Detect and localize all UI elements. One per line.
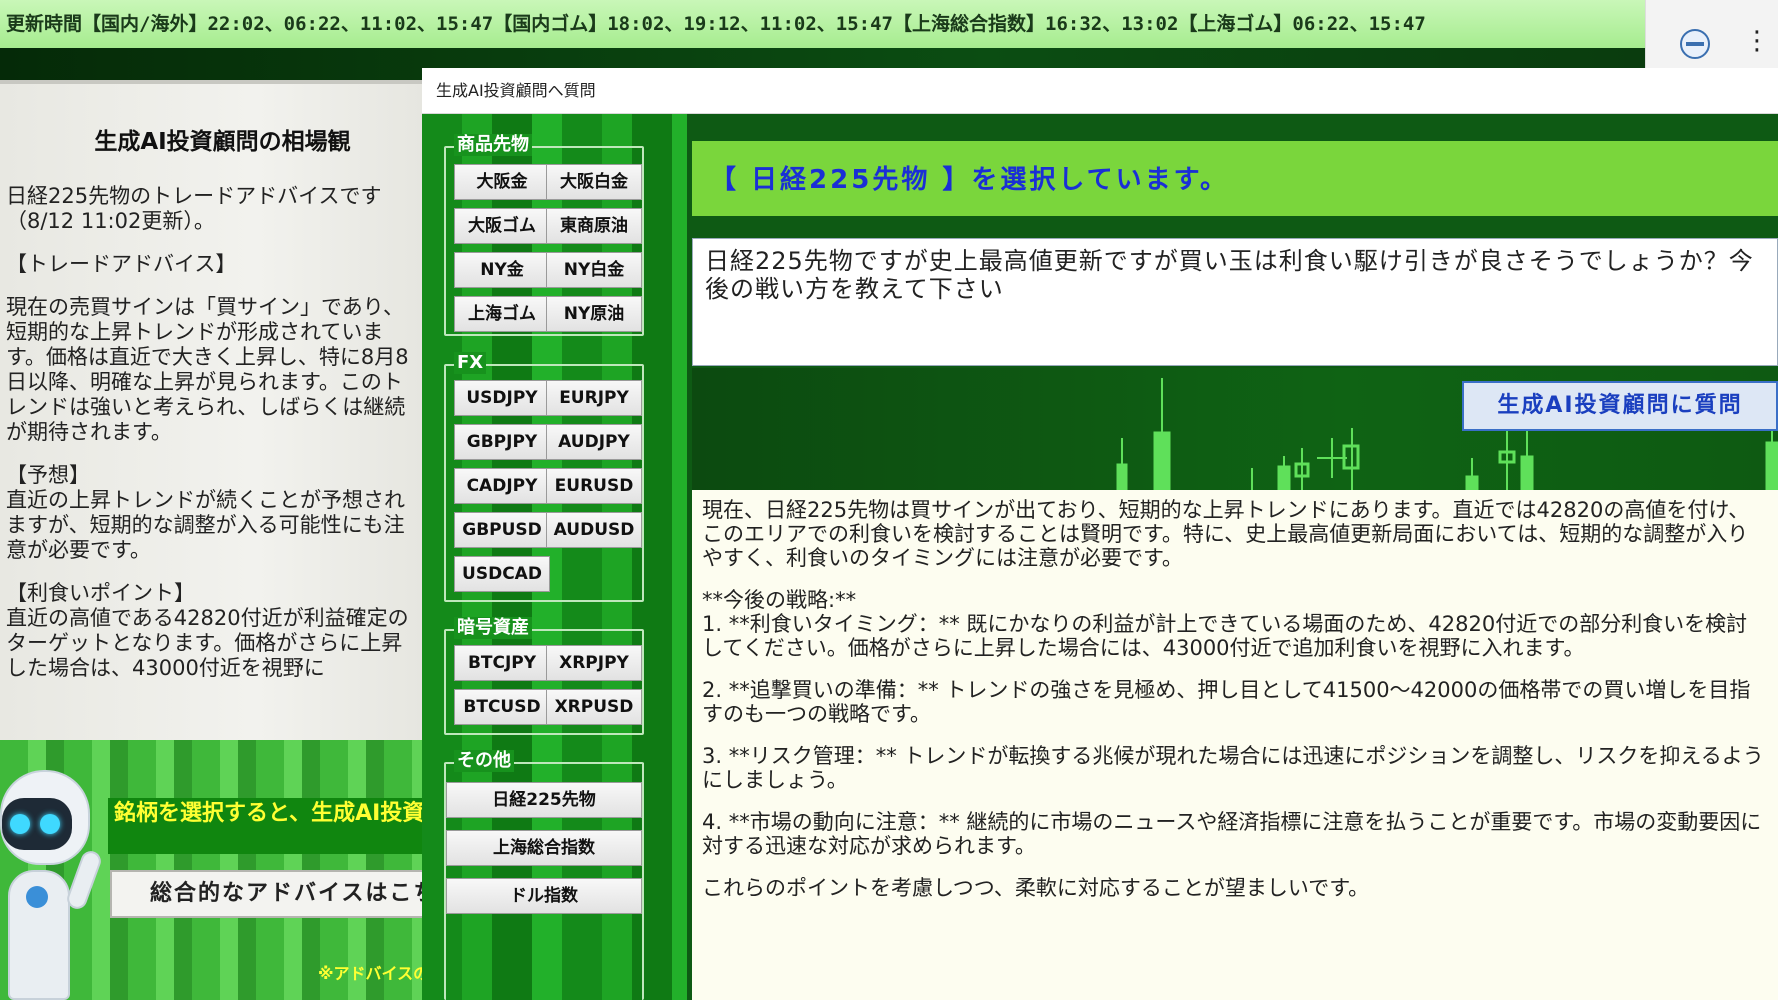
group-label-other: その他 bbox=[454, 750, 514, 772]
btn-eurjpy[interactable]: EURJPY bbox=[546, 380, 642, 416]
btn-shanghai-rubber[interactable]: 上海ゴム bbox=[454, 296, 550, 332]
btn-audjpy[interactable]: AUDJPY bbox=[546, 424, 642, 460]
take-profit-paragraph: 【利食いポイント】 直近の高値である42820付近が利益確定のターゲットとなりま… bbox=[6, 581, 409, 680]
btn-dollar-index[interactable]: ドル指数 bbox=[446, 878, 642, 914]
answer-paragraph: **今後の戦略:** 1. **利食いタイミング：** 既にかなりの利益が計上で… bbox=[702, 588, 1748, 660]
btn-audusd[interactable]: AUDUSD bbox=[546, 512, 642, 548]
instrument-selector: 商品先物 大阪金 大阪白金 大阪ゴム 東商原油 NY金 NY白金 上海ゴム NY… bbox=[422, 114, 687, 1000]
btn-btcusd[interactable]: BTCUSD bbox=[454, 689, 550, 725]
answer-paragraph: 2. **追撃買いの準備：** トレンドの強さを見極め、押し目として41500～… bbox=[702, 678, 1751, 726]
ask-advisor-dialog: 生成AI投資顧問へ質問 商品先物 大阪金 大阪白金 大阪ゴム 東商原油 NY金 … bbox=[422, 68, 1778, 1000]
group-crypto: 暗号資産 BTCJPY XRPJPY BTCUSD XRPUSD bbox=[444, 617, 644, 735]
robot-face bbox=[2, 798, 72, 850]
robot-eye-icon bbox=[40, 814, 60, 834]
group-label-fx: FX bbox=[454, 352, 487, 374]
market-view-panel: 生成AI投資顧問の相場観 日経225先物のトレードアドバイスです（8/12 11… bbox=[0, 80, 425, 740]
btn-eurusd[interactable]: EURUSD bbox=[546, 468, 642, 504]
advice-paragraph: 日経225先物のトレードアドバイスです（8/12 11:02更新）。 bbox=[6, 184, 382, 233]
winspec-icon[interactable] bbox=[1680, 29, 1710, 59]
btn-xrpusd[interactable]: XRPUSD bbox=[546, 689, 642, 725]
btn-usdcad[interactable]: USDCAD bbox=[454, 556, 550, 592]
browser-toolbar: ⋮ bbox=[1645, 0, 1778, 68]
btn-shanghai-composite[interactable]: 上海総合指数 bbox=[446, 830, 642, 866]
btn-usdjpy[interactable]: USDJPY bbox=[454, 380, 550, 416]
selected-instrument-banner: 【 日経225先物 】を選択しています。 bbox=[692, 141, 1778, 216]
robot-eye-icon bbox=[10, 814, 30, 834]
btn-ny-crude[interactable]: NY原油 bbox=[546, 296, 642, 332]
group-other: その他 日経225先物 上海総合指数 ドル指数 bbox=[444, 750, 644, 1000]
btn-ny-gold[interactable]: NY金 bbox=[454, 252, 550, 288]
advice-paragraph: 現在の売買サインは「買サイン」であり、短期的な上昇トレンドが形成されています。価… bbox=[6, 295, 409, 444]
answer-paragraph: 現在、日経225先物は買サインが出ており、短期的な上昇トレンドにあります。直近で… bbox=[702, 498, 1750, 570]
question-input[interactable]: 日経225先物ですが史上最高値更新ですが買い玉は利食い駆け引きが良さそうでしょう… bbox=[692, 238, 1778, 366]
answer-paragraph: 4. **市場の動向に注意：** 継続的に市場のニュースや経済指標に注意を払うこ… bbox=[702, 810, 1762, 858]
answer-output: 現在、日経225先物は買サインが出ており、短期的な上昇トレンドにあります。直近で… bbox=[692, 490, 1778, 1000]
btn-nikkei225-futures[interactable]: 日経225先物 bbox=[446, 782, 642, 818]
btn-osaka-gold[interactable]: 大阪金 bbox=[454, 164, 550, 200]
btn-osaka-platinum[interactable]: 大阪白金 bbox=[546, 164, 642, 200]
btn-ny-platinum[interactable]: NY白金 bbox=[546, 252, 642, 288]
disclaimer-text: ※アドバイスの bbox=[318, 964, 428, 983]
robot-head bbox=[0, 770, 90, 865]
answer-paragraph: これらのポイントを考慮しつつ、柔軟に対応することが望ましいです。 bbox=[702, 876, 1370, 900]
btn-osaka-rubber[interactable]: 大阪ゴム bbox=[454, 208, 550, 244]
btn-btcjpy[interactable]: BTCJPY bbox=[454, 645, 550, 681]
ask-advisor-button[interactable]: 生成AI投資顧問に質問 bbox=[1462, 381, 1778, 431]
group-fx: FX USDJPY EURJPY GBPJPY AUDJPY CADJPY EU… bbox=[444, 352, 644, 602]
robot-badge-icon bbox=[26, 886, 48, 908]
select-instruction-banner: 銘柄を選択すると、生成AI投資顧問からのアドバイスが表示されます。 bbox=[108, 798, 425, 854]
update-times-bar: 更新時間【国内/海外】22:02、06:22、11:02、15:47【国内ゴム】… bbox=[0, 0, 1645, 48]
dialog-title: 生成AI投資顧問へ質問 bbox=[422, 68, 1778, 114]
group-label-crypto: 暗号資産 bbox=[454, 617, 532, 639]
btn-gbpusd[interactable]: GBPUSD bbox=[454, 512, 550, 548]
market-view-title: 生成AI投資顧問の相場観 bbox=[94, 129, 351, 155]
advice-heading: 【トレードアドバイス】 bbox=[6, 252, 237, 276]
robot-body bbox=[8, 870, 70, 1000]
answer-paragraph: 3. **リスク管理：** トレンドが転換する兆候が現れた場合には迅速にポジショ… bbox=[702, 744, 1764, 792]
btn-tocom-crude[interactable]: 東商原油 bbox=[546, 208, 642, 244]
group-commodities: 商品先物 大阪金 大阪白金 大阪ゴム 東商原油 NY金 NY白金 上海ゴム NY… bbox=[444, 134, 644, 336]
more-menu-icon[interactable]: ⋮ bbox=[1744, 28, 1770, 54]
overall-advice-button[interactable]: 総合的なアドバイスはこちら bbox=[110, 870, 425, 918]
forecast-paragraph: 【予想】 直近の上昇トレンドが続くことが予想されますが、短期的な調整が入る可能性… bbox=[6, 463, 405, 562]
btn-gbpjpy[interactable]: GBPJPY bbox=[454, 424, 550, 460]
market-view-body: 日経225先物のトレードアドバイスです（8/12 11:02更新）。 【トレード… bbox=[6, 184, 421, 699]
btn-cadjpy[interactable]: CADJPY bbox=[454, 468, 550, 504]
group-label-commodities: 商品先物 bbox=[454, 134, 532, 156]
btn-xrpjpy[interactable]: XRPJPY bbox=[546, 645, 642, 681]
robot-mascot-icon bbox=[0, 770, 104, 1000]
selected-instrument-text: 【 日経225先物 】を選択しています。 bbox=[710, 165, 1229, 195]
